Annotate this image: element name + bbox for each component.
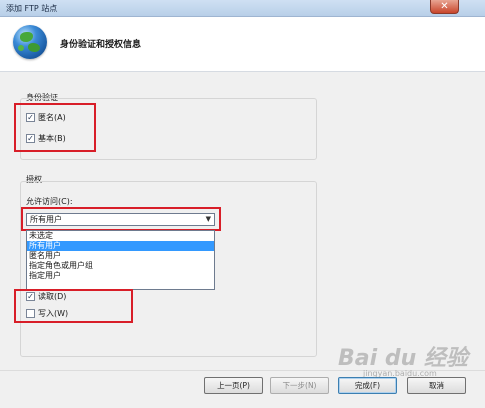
window-title: 添加 FTP 站点 [6,4,58,13]
wizard-header: 身份验证和授权信息 [0,17,485,72]
next-button[interactable]: 下一步(N) [270,377,329,394]
option-all-users[interactable]: 所有用户 [27,241,214,251]
option-specified-users[interactable]: 指定用户 [27,271,214,281]
allow-access-options-list: 未选定 所有用户 匿名用户 指定角色或用户组 指定用户 [26,230,215,290]
previous-button[interactable]: 上一页(P) [204,377,263,394]
finish-button[interactable]: 完成(F) [338,377,397,394]
option-unselected[interactable]: 未选定 [27,231,214,241]
close-icon: ✕ [440,1,449,12]
globe-icon [13,25,47,59]
allow-access-label: 允许访问(C): [26,197,73,206]
watermark: Bai du 经验 [338,346,468,371]
option-roles-or-groups[interactable]: 指定角色或用户组 [27,261,214,271]
highlight-box-authentication [14,103,96,152]
option-anonymous-users[interactable]: 匿名用户 [27,251,214,261]
watermark-url: jingyan.baidu.com [363,369,437,378]
title-bar: 添加 FTP 站点 ✕ [0,0,485,17]
cancel-button[interactable]: 取消 [407,377,466,394]
highlight-box-permissions [14,289,133,323]
close-button[interactable]: ✕ [430,0,459,14]
page-title: 身份验证和授权信息 [60,40,142,50]
highlight-box-dropdown [21,207,221,231]
